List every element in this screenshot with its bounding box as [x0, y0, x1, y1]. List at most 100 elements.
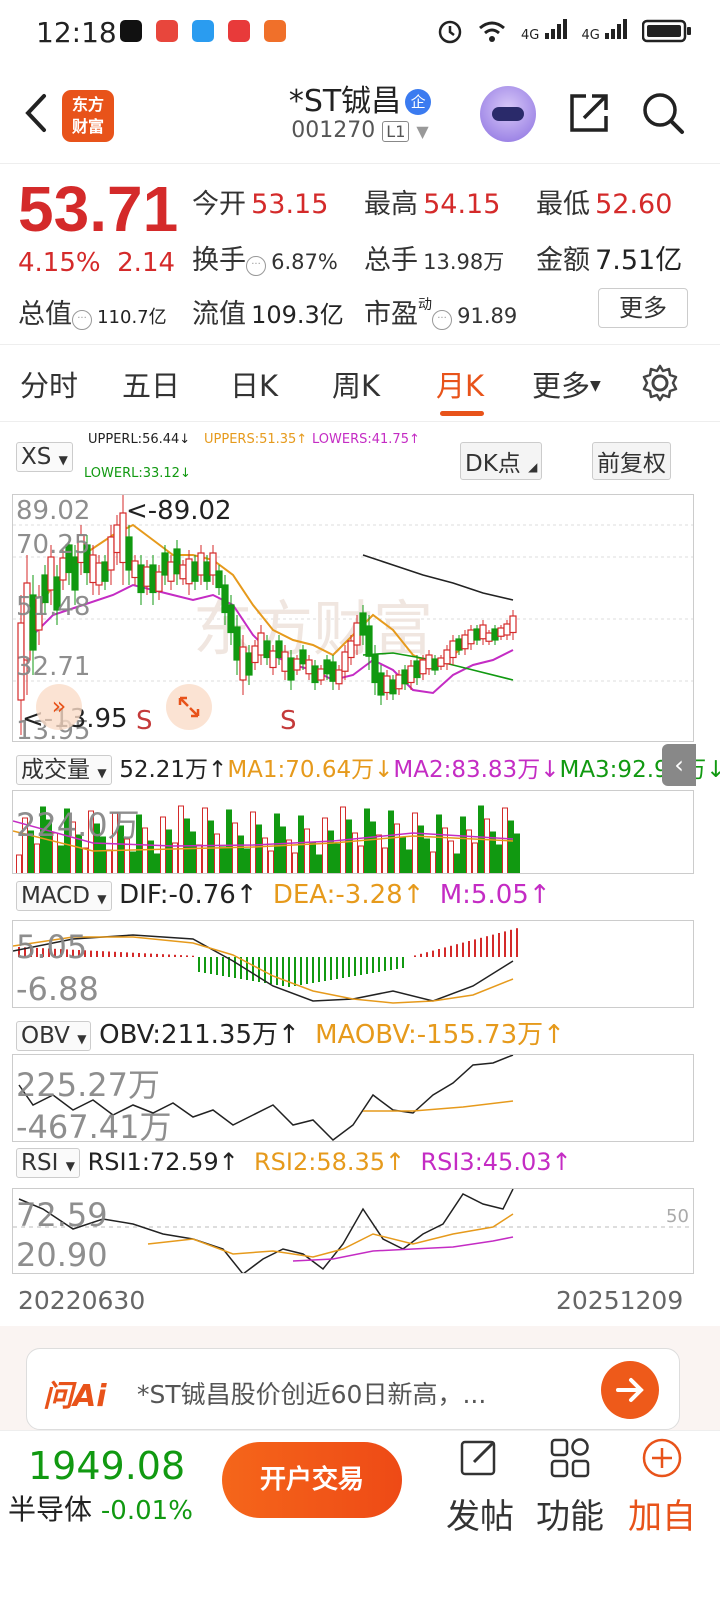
edit-icon [460, 1440, 496, 1476]
rsi-chart[interactable] [12, 1188, 694, 1274]
candle [191, 561, 199, 582]
candle [221, 584, 229, 614]
stock-code[interactable]: 001270 L1 ▼ [0, 118, 720, 143]
battery-icon [642, 19, 691, 43]
collapse-panel-icon[interactable]: ‹ [662, 744, 696, 786]
start-date: 20220630 [18, 1286, 146, 1315]
candle [275, 640, 283, 659]
obv-ylabel-1: 225.27万 [16, 1066, 160, 1104]
candle [47, 556, 55, 591]
volume-bar [394, 823, 400, 873]
ai-robot-icon[interactable] [480, 86, 536, 142]
tab-daily-k[interactable]: 日K [230, 363, 278, 405]
tab-intraday[interactable]: 分时 [20, 363, 78, 405]
chat-app-icon [192, 20, 214, 42]
ai-news-bar[interactable]: 问Ai *ST铖昌股价创近60日新高，... [26, 1348, 680, 1430]
volume-bar [82, 847, 88, 873]
level-badge: L1 [382, 121, 410, 142]
rsi-ylabel-1: 72.59 [16, 1196, 108, 1234]
band-lowers: LOWERS:41.75↑ [312, 432, 420, 447]
candle [89, 554, 97, 584]
signal1-icon: 4G [521, 19, 568, 43]
info-icon: ··· [246, 256, 266, 276]
candle [107, 536, 115, 571]
share-icon[interactable] [566, 90, 612, 136]
candle [257, 632, 265, 656]
volume-bar [262, 837, 268, 873]
fullscreen-icon[interactable] [166, 684, 212, 730]
candle [71, 556, 79, 591]
kline-ylabel-4: 32.71 [16, 652, 91, 682]
search-icon[interactable] [640, 90, 686, 136]
add-watchlist-button[interactable]: 加自 [618, 1436, 706, 1538]
rsi-select[interactable]: RSI ▼ [16, 1148, 80, 1178]
alarm-icon [438, 20, 462, 44]
candle [383, 675, 391, 694]
macd-header: MACD ▼ DIF:-0.76↑ DEA:-3.28↑ M:5.05↑ [16, 880, 551, 911]
volume-ylabel: 224.0万 [16, 806, 140, 844]
open-account-button[interactable]: 开户交易 [222, 1442, 402, 1518]
obv-select[interactable]: OBV ▼ [16, 1021, 92, 1051]
macd-chart[interactable] [12, 920, 694, 1008]
volume-bar [424, 838, 430, 873]
volume-bar [166, 829, 172, 873]
adjust-price-button[interactable]: 前复权 [592, 442, 671, 480]
high-stat: 最高 54.15 [364, 189, 501, 220]
candle [239, 646, 247, 681]
tab-weekly-k[interactable]: 周K [332, 363, 380, 405]
change-row: 4.15% 2.14 [18, 248, 176, 278]
expand-left-icon[interactable]: » [36, 684, 82, 730]
volume-bar [496, 844, 502, 873]
low-stat: 最低 52.60 [536, 189, 673, 220]
info-icon: ··· [72, 310, 92, 330]
dk-point-button[interactable]: DK点 ◢ [460, 442, 543, 480]
settings-gear-icon[interactable] [640, 363, 680, 403]
kline-indicator-select[interactable]: XS ▼ [16, 442, 73, 472]
index-row[interactable]: 半导体 -0.01% [8, 1488, 193, 1528]
page-title: *ST铖昌企 [0, 76, 720, 120]
candle [359, 612, 367, 636]
grid-icon [550, 1438, 590, 1478]
current-price: 53.71 [18, 173, 179, 245]
tab-five-day[interactable]: 五日 [122, 363, 180, 405]
sell-signal: S [280, 706, 297, 736]
kline-ylabel-1: 89.02 [16, 496, 91, 526]
end-date: 20251209 [556, 1286, 684, 1315]
chart-tabs: 分时 五日 日K 周K 月K 更多▼ [0, 344, 720, 422]
candle [449, 640, 457, 659]
volume-bar [364, 808, 370, 873]
volume-bar [280, 826, 286, 873]
volume-bar [238, 835, 244, 873]
kline-ylabel-2: 70.25 [16, 530, 91, 560]
post-button[interactable]: 发帖 [438, 1436, 522, 1538]
volume-bar [130, 851, 136, 873]
volume-bar [178, 805, 184, 873]
tab-more[interactable]: 更多▼ [532, 363, 601, 405]
tab-monthly-k[interactable]: 月K [436, 363, 484, 405]
candle [413, 660, 421, 679]
ai-headline[interactable]: *ST铖昌股价创近60日新高，... [137, 1375, 486, 1411]
candle [347, 640, 355, 659]
candle [317, 668, 325, 681]
index-value[interactable]: 1949.08 [28, 1444, 185, 1488]
rsi-ref-label: 50 [666, 1206, 689, 1227]
rsi3-line [292, 1236, 514, 1262]
arrow-right-icon[interactable] [601, 1361, 659, 1419]
candle [473, 628, 481, 641]
candle [305, 659, 313, 675]
functions-button[interactable]: 功能 [530, 1436, 610, 1538]
macd-ylabel-1: 5.05 [16, 928, 88, 966]
candle [113, 524, 121, 554]
amount-stat: 金额 7.51亿 [536, 245, 683, 276]
volume-bar [244, 848, 250, 873]
chevron-down-icon: ▼ [416, 122, 429, 141]
volume-bar [430, 851, 436, 873]
macd-select[interactable]: MACD ▼ [16, 881, 112, 911]
candle [509, 615, 517, 634]
volume-bar [196, 844, 202, 873]
band-upperl: UPPERL:56.44↓ [88, 432, 191, 447]
more-stats-button[interactable]: 更多 [598, 288, 688, 328]
candle [497, 627, 505, 637]
volume-select[interactable]: 成交量 ▼ [16, 755, 112, 785]
candle [377, 672, 385, 696]
